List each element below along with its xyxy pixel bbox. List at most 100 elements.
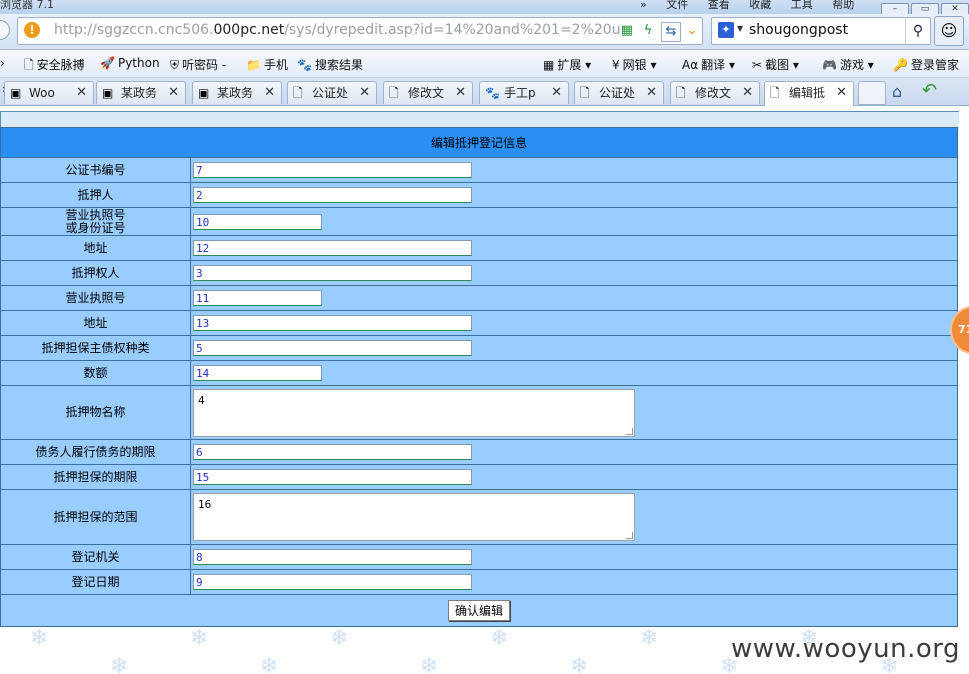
menu-tools[interactable]: 工具 bbox=[791, 0, 813, 11]
rocket-icon: 🚀 bbox=[100, 56, 115, 70]
tab-edit-2[interactable]: 🗋 修改文 ✕ bbox=[670, 81, 760, 104]
engine-dropdown-icon[interactable]: ▼ bbox=[737, 24, 743, 33]
favicon-icon: ▣ bbox=[102, 86, 114, 100]
collateral-name-textarea[interactable]: 4 bbox=[193, 388, 635, 437]
tab-wooyun[interactable]: ▣ Woo ✕ bbox=[4, 81, 94, 104]
bookmark-tingmima[interactable]: ⛨ 听密码 - bbox=[170, 56, 226, 73]
bookmarks-chevron-icon[interactable]: › bbox=[0, 56, 5, 70]
translate-icon: Aα bbox=[682, 58, 699, 72]
bookmark-python[interactable]: 🚀 Python bbox=[100, 56, 160, 70]
notary-number-input[interactable]: 7 bbox=[193, 162, 472, 178]
toolbar-extensions[interactable]: ▦ 扩展 ▾ bbox=[543, 56, 591, 73]
page-icon: 🗋 bbox=[580, 86, 590, 100]
shield-icon: ⛨ bbox=[170, 58, 180, 72]
registry-office-input[interactable]: 8 bbox=[193, 549, 472, 565]
toolbar-screenshot[interactable]: ✂ 截图 ▾ bbox=[752, 56, 799, 73]
bookmark-search-results[interactable]: 🐾 搜索结果 bbox=[297, 56, 363, 73]
menu-file[interactable]: 文件 bbox=[666, 0, 688, 11]
menu-overflow-icon[interactable]: » bbox=[640, 0, 647, 11]
menu-favorites[interactable]: 收藏 bbox=[749, 0, 771, 11]
close-icon[interactable]: ✕ bbox=[76, 82, 87, 104]
menu-view[interactable]: 查看 bbox=[708, 0, 730, 11]
toolbar-translate[interactable]: Aα 翻译 ▾ bbox=[682, 56, 735, 73]
tab-gov-1[interactable]: ▣ 某政务 ✕ bbox=[96, 81, 186, 104]
page-content: ❄ ❄ ❄ ❄ ❄ ❄ ❄ ❄ ❄ ❄ ❄ ❄ 编辑抵押登记信息 公证书编号 7… bbox=[0, 106, 969, 674]
search-engine-icon[interactable]: ✦ bbox=[718, 22, 734, 38]
field-label: 抵押物名称 bbox=[0, 385, 191, 440]
folder-icon: 📁 bbox=[246, 58, 261, 72]
dropdown-chevron-icon[interactable]: ⌄ bbox=[683, 22, 701, 40]
search-box[interactable]: ✦ ▼ shougongpost ⚲ bbox=[711, 17, 931, 45]
field-label: 数额 bbox=[0, 360, 191, 386]
bookmark-anquan[interactable]: 🗋 安全脉搏 bbox=[24, 56, 85, 77]
mortgagee-license-input[interactable]: 11 bbox=[193, 290, 322, 306]
toolbar-ebank[interactable]: ¥ 网银 ▾ bbox=[612, 56, 657, 73]
paw-icon: 🐾 bbox=[485, 86, 500, 100]
lightning-icon[interactable]: ϟ bbox=[639, 22, 657, 40]
user-avatar-icon[interactable]: ☺ bbox=[934, 16, 964, 46]
mortgagee-address-input[interactable]: 13 bbox=[193, 315, 472, 331]
bookmarks-bar: › 🗋 安全脉搏 🚀 Python ⛨ 听密码 - 📁 手机 🐾 搜索结果 ▦ 扩展 ▾ ¥… bbox=[0, 50, 969, 78]
page-icon: 🗋 bbox=[770, 86, 780, 100]
app-title: 浏览器 7.1 bbox=[0, 0, 54, 11]
home-icon[interactable]: ⌂ bbox=[892, 82, 902, 101]
mortgagor-input[interactable]: 2 bbox=[193, 187, 472, 203]
navigation-bar: ! http://sggzccn.cnc506.000pc.net/sys/dy… bbox=[0, 14, 969, 50]
snowflake-icon: ❄ bbox=[30, 626, 49, 651]
snowflake-icon: ❄ bbox=[490, 626, 509, 651]
close-icon[interactable]: ✕ bbox=[551, 82, 562, 104]
title-bar: 浏览器 7.1 » 文件 查看 收藏 工具 帮助 – ▭ ✕ bbox=[0, 0, 969, 14]
close-icon[interactable]: ✕ bbox=[742, 82, 753, 104]
toolbar-login-manager[interactable]: 🔑 登录管家 bbox=[893, 56, 959, 73]
maximize-button[interactable]: ▭ bbox=[911, 3, 939, 14]
snowflake-icon: ❄ bbox=[570, 654, 589, 674]
form-title: 编辑抵押登记信息 bbox=[0, 127, 958, 158]
search-input[interactable]: shougongpost bbox=[749, 22, 848, 38]
close-icon[interactable]: ✕ bbox=[646, 82, 657, 104]
address-bar[interactable]: ! http://sggzccn.cnc506.000pc.net/sys/dy… bbox=[17, 17, 703, 45]
menu-help[interactable]: 帮助 bbox=[832, 0, 854, 11]
undo-icon[interactable]: ↶ bbox=[922, 80, 937, 101]
bookmark-shouji[interactable]: 📁 手机 bbox=[246, 56, 288, 73]
minimize-button[interactable]: – bbox=[881, 3, 909, 14]
mortgagee-input[interactable]: 3 bbox=[193, 265, 472, 281]
snowflake-icon: ❄ bbox=[260, 654, 279, 674]
amount-input[interactable]: 14 bbox=[193, 365, 322, 381]
field-label: 抵押权人 bbox=[0, 260, 191, 286]
field-label: 登记机关 bbox=[0, 544, 191, 570]
compat-mode-icon[interactable]: ⇆ bbox=[661, 22, 681, 42]
license-or-id-input[interactable]: 10 bbox=[193, 213, 322, 230]
claim-type-input[interactable]: 5 bbox=[193, 340, 472, 356]
registration-date-input[interactable]: 9 bbox=[193, 574, 472, 590]
debt-term-input[interactable]: 6 bbox=[193, 444, 472, 460]
scissors-icon: ✂ bbox=[752, 58, 763, 72]
tab-notary-2[interactable]: 🗋 公证处 ✕ bbox=[574, 81, 664, 104]
url-text[interactable]: http://sggzccn.cnc506.000pc.net/sys/dyre… bbox=[54, 22, 624, 38]
search-icon[interactable]: ⚲ bbox=[905, 18, 930, 44]
security-warning-icon[interactable]: ! bbox=[24, 22, 40, 38]
submit-row: 确认编辑 bbox=[0, 594, 958, 627]
close-icon[interactable]: ✕ bbox=[836, 82, 847, 104]
close-icon[interactable]: ✕ bbox=[455, 82, 466, 104]
gamepad-icon: 🎮 bbox=[822, 58, 837, 72]
close-window-button[interactable]: ✕ bbox=[941, 3, 969, 14]
back-button[interactable] bbox=[0, 20, 10, 40]
new-tab-button[interactable] bbox=[858, 81, 886, 105]
guarantee-scope-textarea[interactable]: 16 bbox=[193, 493, 635, 541]
tab-edit-1[interactable]: 🗋 修改文 ✕ bbox=[383, 81, 473, 104]
field-label: 抵押担保的范围 bbox=[0, 489, 191, 545]
snowflake-icon: ❄ bbox=[420, 654, 439, 674]
close-icon[interactable]: ✕ bbox=[359, 82, 370, 104]
tab-edit-mortgage[interactable]: 🗋 编辑抵 ✕ bbox=[764, 81, 854, 106]
mortgagor-address-input[interactable]: 12 bbox=[193, 240, 472, 256]
toolbar-games[interactable]: 🎮 游戏 ▾ bbox=[822, 56, 874, 73]
guarantee-term-input[interactable]: 15 bbox=[193, 469, 472, 485]
close-icon[interactable]: ✕ bbox=[264, 82, 275, 104]
tab-manual[interactable]: 🐾 手工p ✕ bbox=[479, 81, 569, 104]
tab-notary-1[interactable]: 🗋 公证处 ✕ bbox=[287, 81, 377, 104]
close-icon[interactable]: ✕ bbox=[168, 82, 179, 104]
page-icon: 🗋 bbox=[293, 86, 303, 100]
confirm-edit-button[interactable]: 确认编辑 bbox=[447, 600, 510, 621]
tab-gov-2[interactable]: ▣ 某政务 ✕ bbox=[192, 81, 282, 104]
qr-code-icon[interactable]: ▦ bbox=[618, 22, 636, 40]
